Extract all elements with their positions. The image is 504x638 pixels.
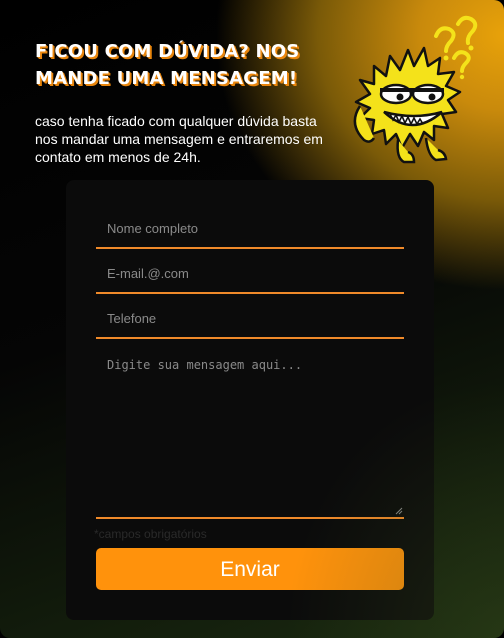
email-field[interactable]: E-mail.@.com [96,256,404,294]
resize-grip-icon[interactable] [395,507,403,515]
page-title: FICOU COM DÚVIDA? NOS MANDE UMA MENSAGEM… [35,41,300,89]
name-field[interactable]: Nome completo [96,211,404,249]
contact-panel: FICOU COM DÚVIDA? NOS MANDE UMA MENSAGEM… [0,0,504,638]
question-marks [434,15,478,73]
name-placeholder: Nome completo [107,221,199,236]
message-textarea[interactable]: Digite sua mensagem aqui... [96,349,404,519]
required-fields-note: *campos obrigatórios [94,527,207,541]
email-placeholder: E-mail.@.com [107,266,189,281]
page-subtitle: caso tenha ficado com qualquer dúvida ba… [35,113,323,165]
send-button[interactable]: Enviar [96,548,404,590]
phone-field[interactable]: Telefone [96,301,404,339]
confused-yellow-monster-icon [353,15,478,164]
contact-form: Nome completo E-mail.@.com Telefone Digi… [66,180,434,620]
phone-placeholder: Telefone [107,311,157,326]
message-placeholder: Digite sua mensagem aqui... [107,358,303,372]
